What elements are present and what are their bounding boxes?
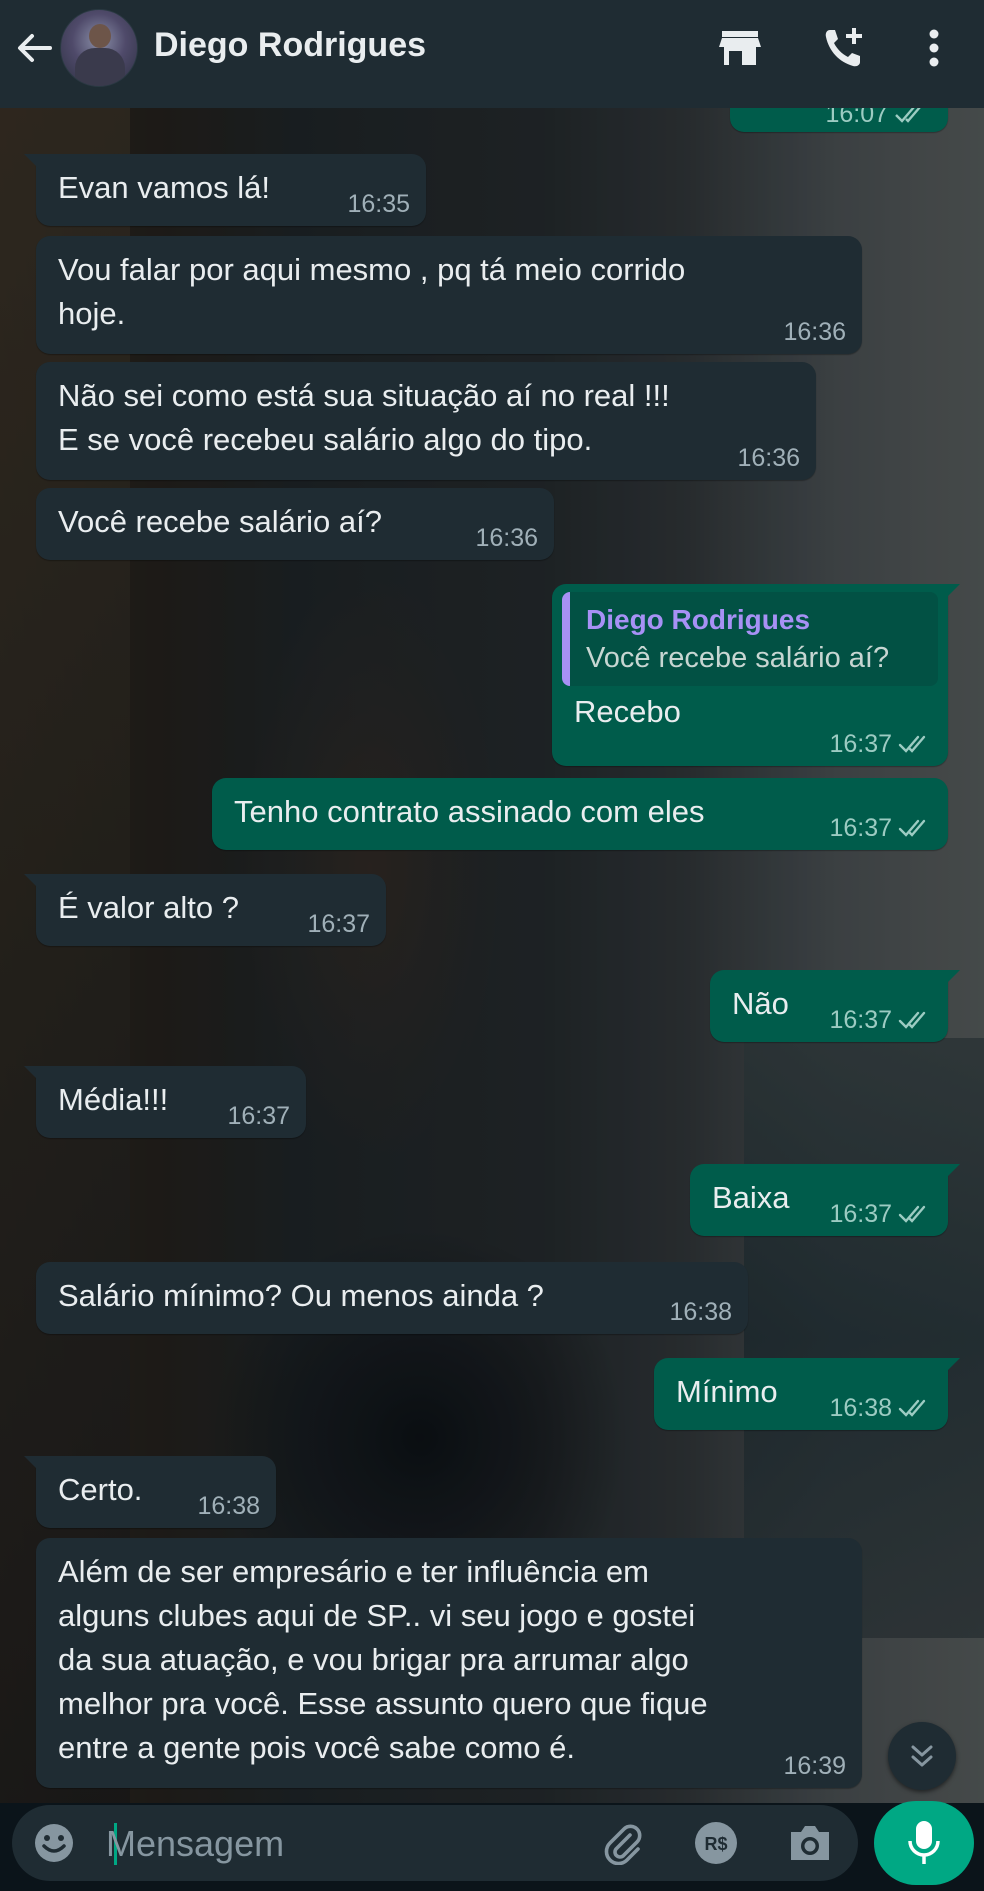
message-time: 16:38 <box>829 1394 892 1422</box>
incoming-message[interactable]: Média!!! 16:37 <box>24 1066 306 1138</box>
more-vertical-icon[interactable] <box>910 24 958 72</box>
message-text: Não sei como está sua situação aí no rea… <box>58 378 670 457</box>
quoted-message[interactable]: Diego Rodrigues Você recebe salário aí? <box>562 592 938 686</box>
message-time: 16:39 <box>783 1752 846 1780</box>
quoted-author: Diego Rodrigues <box>586 604 811 635</box>
message-time: 16:36 <box>783 318 846 346</box>
message-text: Além de ser empresário e ter influência … <box>58 1554 708 1765</box>
message-text: Tenho contrato assinado com eles <box>234 794 705 829</box>
incoming-message[interactable]: Além de ser empresário e ter influência … <box>36 1538 862 1788</box>
mic-button[interactable] <box>874 1801 974 1885</box>
mic-icon <box>908 1821 940 1864</box>
message-text: Salário mínimo? Ou menos ainda ? <box>58 1278 544 1313</box>
incoming-message[interactable]: Não sei como está sua situação aí no rea… <box>36 362 816 480</box>
message-time: 16:37 <box>307 910 370 938</box>
outgoing-message[interactable]: Diego Rodrigues Você recebe salário aí? Re… <box>552 584 960 766</box>
message-text: Vou falar por aqui mesmo , pq tá meio co… <box>58 252 686 331</box>
message-time: 16:36 <box>475 524 538 552</box>
read-ticks-icon <box>898 819 926 837</box>
incoming-message[interactable]: Você recebe salário aí? 16:36 <box>36 488 554 560</box>
avatar[interactable] <box>60 9 138 87</box>
scroll-to-bottom-button[interactable] <box>888 1722 956 1790</box>
message-time: 16:37 <box>829 814 892 842</box>
message-time: 16:35 <box>347 190 410 218</box>
store-icon[interactable] <box>716 24 764 72</box>
message-time: 16:37 <box>829 1006 892 1034</box>
message-composer: Mensagem R$ <box>12 1805 858 1881</box>
read-ticks-icon <box>898 1011 926 1029</box>
message-time: 16:38 <box>669 1298 732 1326</box>
back-arrow-icon[interactable] <box>14 28 54 68</box>
incoming-message[interactable]: É valor alto ? 16:37 <box>24 874 386 946</box>
payment-label: R$ <box>704 1834 727 1854</box>
incoming-message[interactable]: Evan vamos lá! 16:35 <box>24 154 426 226</box>
message-input[interactable]: Mensagem <box>106 1823 284 1865</box>
message-time: 16:37 <box>829 1200 892 1228</box>
outgoing-message[interactable]: Baixa 16:37 <box>690 1164 960 1236</box>
message-time: 16:37 <box>829 730 892 758</box>
quoted-text: Você recebe salário aí? <box>586 642 890 674</box>
camera-icon[interactable] <box>786 1819 834 1867</box>
incoming-message[interactable]: Vou falar por aqui mesmo , pq tá meio co… <box>36 236 862 354</box>
outgoing-message[interactable]: Não 16:37 <box>710 970 960 1042</box>
read-ticks-icon <box>898 1205 926 1223</box>
emoji-icon[interactable] <box>30 1819 78 1867</box>
message-text: Você recebe salário aí? <box>58 504 382 539</box>
payment-icon[interactable]: R$ <box>692 1819 740 1867</box>
add-call-icon[interactable] <box>820 24 868 72</box>
double-chevron-down-icon <box>911 1745 933 1767</box>
outgoing-message[interactable]: Tenho contrato assinado com eles 16:37 <box>212 778 948 850</box>
chat-header: Diego Rodrigues <box>0 0 984 108</box>
message-time: 16:36 <box>737 444 800 472</box>
incoming-message[interactable]: Salário mínimo? Ou menos ainda ? 16:38 <box>36 1262 748 1334</box>
message-text: Recebo <box>574 694 681 729</box>
attach-icon[interactable] <box>598 1819 646 1867</box>
read-ticks-icon <box>898 735 926 753</box>
incoming-message[interactable]: Certo. 16:38 <box>24 1456 276 1528</box>
message-time: 16:38 <box>197 1492 260 1520</box>
outgoing-message[interactable]: Mínimo 16:38 <box>654 1358 960 1430</box>
contact-name[interactable]: Diego Rodrigues <box>154 26 426 65</box>
read-ticks-icon <box>898 1399 926 1417</box>
message-time: 16:37 <box>227 1102 290 1130</box>
